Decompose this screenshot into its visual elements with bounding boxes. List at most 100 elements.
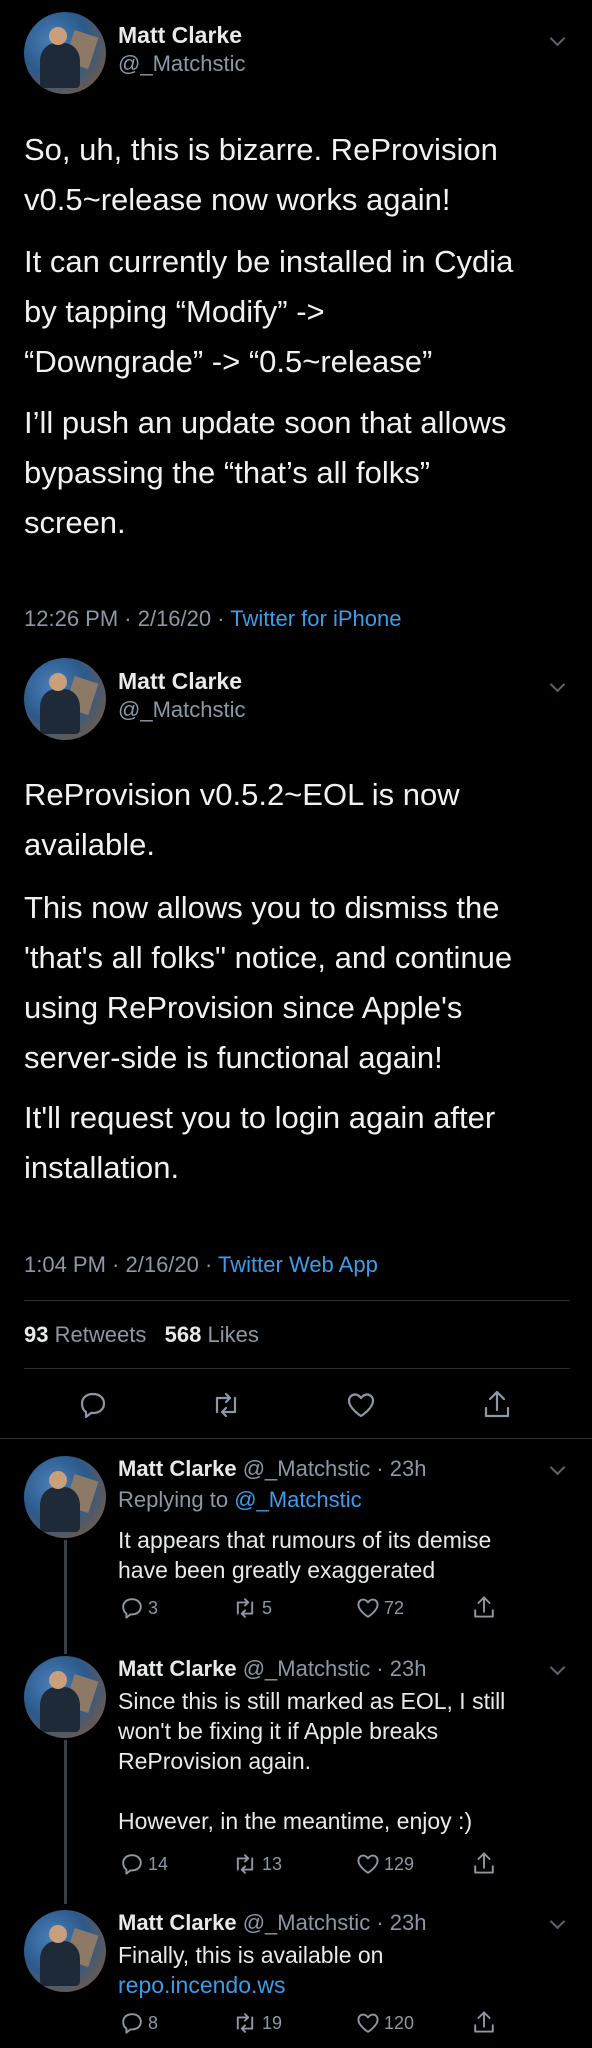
heart-icon[interactable] xyxy=(356,2011,380,2035)
tweet-paragraph: This now allows you to dismiss the 'that… xyxy=(24,883,512,1083)
author-name[interactable]: Matt Clarke xyxy=(118,668,242,695)
timestamp: 12:26 PM · 2/16/20 · xyxy=(24,606,231,631)
text-line: won't be fixing it if Apple breaks xyxy=(118,1718,439,1744)
tweet-paragraph: So, uh, this is bizarre. ReProvision v0.… xyxy=(24,125,498,225)
text-line: using ReProvision since Apple's xyxy=(24,990,463,1025)
thread-connector xyxy=(64,1540,67,1654)
share-action[interactable] xyxy=(472,1594,496,1620)
heart-icon[interactable] xyxy=(356,1596,380,1620)
text-line xyxy=(118,1776,505,1806)
retweet-count: 19 xyxy=(262,2012,283,2033)
share-icon[interactable] xyxy=(482,1388,512,1420)
text-line: It appears that rumours of its demise xyxy=(118,1527,492,1553)
chevron-down-icon[interactable] xyxy=(549,30,566,47)
reply-count: 8 xyxy=(148,2012,159,2033)
divider xyxy=(0,1438,592,1439)
avatar[interactable] xyxy=(24,658,106,740)
tweet-paragraph: It can currently be installed in Cydia b… xyxy=(24,237,513,387)
reply-body: It appears that rumours of its demise ha… xyxy=(118,1525,491,1585)
reply-action[interactable]: 8 xyxy=(120,2011,158,2035)
divider xyxy=(24,1300,570,1301)
likes-stat[interactable]: 568 Likes xyxy=(165,1322,259,1347)
text-line: Since this is still marked as EOL, I sti… xyxy=(118,1688,506,1714)
handle-time: @_Matchstic · 23h xyxy=(242,1456,427,1481)
handle-time: @_Matchstic · 23h xyxy=(242,1656,427,1681)
reply-icon[interactable] xyxy=(120,1852,144,1876)
heart-icon[interactable] xyxy=(356,1852,380,1876)
avatar[interactable] xyxy=(24,12,106,94)
author-name[interactable]: Matt Clarke xyxy=(118,22,242,49)
chevron-down-icon[interactable] xyxy=(549,1913,566,1930)
retweet-icon[interactable] xyxy=(232,1596,258,1620)
repo-link[interactable]: repo.incendo.ws xyxy=(118,1970,383,2000)
retweets-label: Retweets xyxy=(54,1322,147,1347)
source-link[interactable]: Twitter Web App xyxy=(218,1252,378,1277)
reply-count: 14 xyxy=(148,1853,169,1874)
text-line: bypassing the “that’s all folks” xyxy=(24,455,431,490)
reply-icon[interactable] xyxy=(120,2011,144,2035)
reply-header: Matt Clarke @_Matchstic · 23h xyxy=(118,1656,426,1682)
retweet-count: 5 xyxy=(262,1597,273,1618)
text-line: ReProvision again. xyxy=(118,1748,312,1774)
retweet-icon[interactable] xyxy=(232,1852,258,1876)
text-line: 'that's all folks" notice, and continue xyxy=(24,940,513,975)
reply-icon[interactable] xyxy=(120,1596,144,1620)
like-count: 129 xyxy=(384,1853,415,1874)
engagement-stats: 93 Retweets 568 Likes xyxy=(24,1322,259,1348)
avatar[interactable] xyxy=(24,1910,106,1992)
tweet-paragraph: It'll request you to login again after i… xyxy=(24,1093,495,1193)
handle-time: @_Matchstic · 23h xyxy=(242,1910,427,1935)
author-handle[interactable]: @_Matchstic xyxy=(118,51,245,77)
replying-label: Replying to xyxy=(118,1487,235,1512)
chevron-down-icon[interactable] xyxy=(549,676,566,693)
avatar[interactable] xyxy=(24,1456,106,1538)
retweet-icon[interactable] xyxy=(232,2011,258,2035)
replying-to: Replying to @_Matchstic xyxy=(118,1487,362,1513)
retweet-count: 93 xyxy=(24,1322,49,1347)
author-name[interactable]: Matt Clarke xyxy=(118,1656,237,1681)
text-line: ReProvision v0.5.2~EOL is now xyxy=(24,777,460,812)
text-line: However, in the meantime, enjoy :) xyxy=(118,1808,473,1834)
text-line: It'll request you to login again after xyxy=(24,1100,496,1135)
divider xyxy=(24,1368,570,1369)
retweet-count: 13 xyxy=(262,1853,283,1874)
share-action[interactable] xyxy=(472,2009,496,2035)
retweet-action[interactable]: 19 xyxy=(232,2011,282,2035)
author-name[interactable]: Matt Clarke xyxy=(118,1910,237,1935)
reply-action[interactable]: 3 xyxy=(120,1596,158,1620)
retweet-action[interactable]: 5 xyxy=(232,1596,272,1620)
text-line: by tapping “Modify” -> xyxy=(24,294,325,329)
like-action[interactable]: 120 xyxy=(356,2011,414,2035)
author-name[interactable]: Matt Clarke xyxy=(118,1456,237,1481)
reply-icon[interactable] xyxy=(78,1390,108,1420)
text-line: screen. xyxy=(24,505,126,540)
reply-action[interactable]: 14 xyxy=(120,1852,168,1876)
retweet-action[interactable]: 13 xyxy=(232,1852,282,1876)
avatar[interactable] xyxy=(24,1656,106,1738)
like-action[interactable]: 72 xyxy=(356,1596,404,1620)
like-action[interactable]: 129 xyxy=(356,1852,414,1876)
thread-connector xyxy=(64,1740,67,1904)
text-line: available. xyxy=(24,827,155,862)
retweet-icon[interactable] xyxy=(210,1390,242,1420)
share-action[interactable] xyxy=(472,1850,496,1876)
chevron-down-icon[interactable] xyxy=(549,1659,566,1676)
tweet-meta: 1:04 PM · 2/16/20 · Twitter Web App xyxy=(24,1252,378,1278)
retweets-stat[interactable]: 93 Retweets xyxy=(24,1322,146,1347)
text-line: This now allows you to dismiss the xyxy=(24,890,500,925)
share-icon[interactable] xyxy=(472,2009,496,2035)
source-link[interactable]: Twitter for iPhone xyxy=(230,606,401,631)
text-line: Finally, this is available on xyxy=(118,1942,384,1968)
author-handle[interactable]: @_Matchstic xyxy=(118,697,245,723)
reply-body: Finally, this is available on repo.incen… xyxy=(118,1940,383,2000)
text-line: server-side is functional again! xyxy=(24,1040,443,1075)
heart-icon[interactable] xyxy=(346,1390,376,1420)
text-line: I’ll push an update soon that allows xyxy=(24,405,507,440)
share-icon[interactable] xyxy=(472,1850,496,1876)
tweet-paragraph: ReProvision v0.5.2~EOL is now available. xyxy=(24,770,460,870)
share-icon[interactable] xyxy=(472,1594,496,1620)
text-line: have been greatly exaggerated xyxy=(118,1557,436,1583)
chevron-down-icon[interactable] xyxy=(549,1459,566,1476)
text-line: v0.5~release now works again! xyxy=(24,182,451,217)
replying-handle[interactable]: @_Matchstic xyxy=(234,1487,361,1512)
